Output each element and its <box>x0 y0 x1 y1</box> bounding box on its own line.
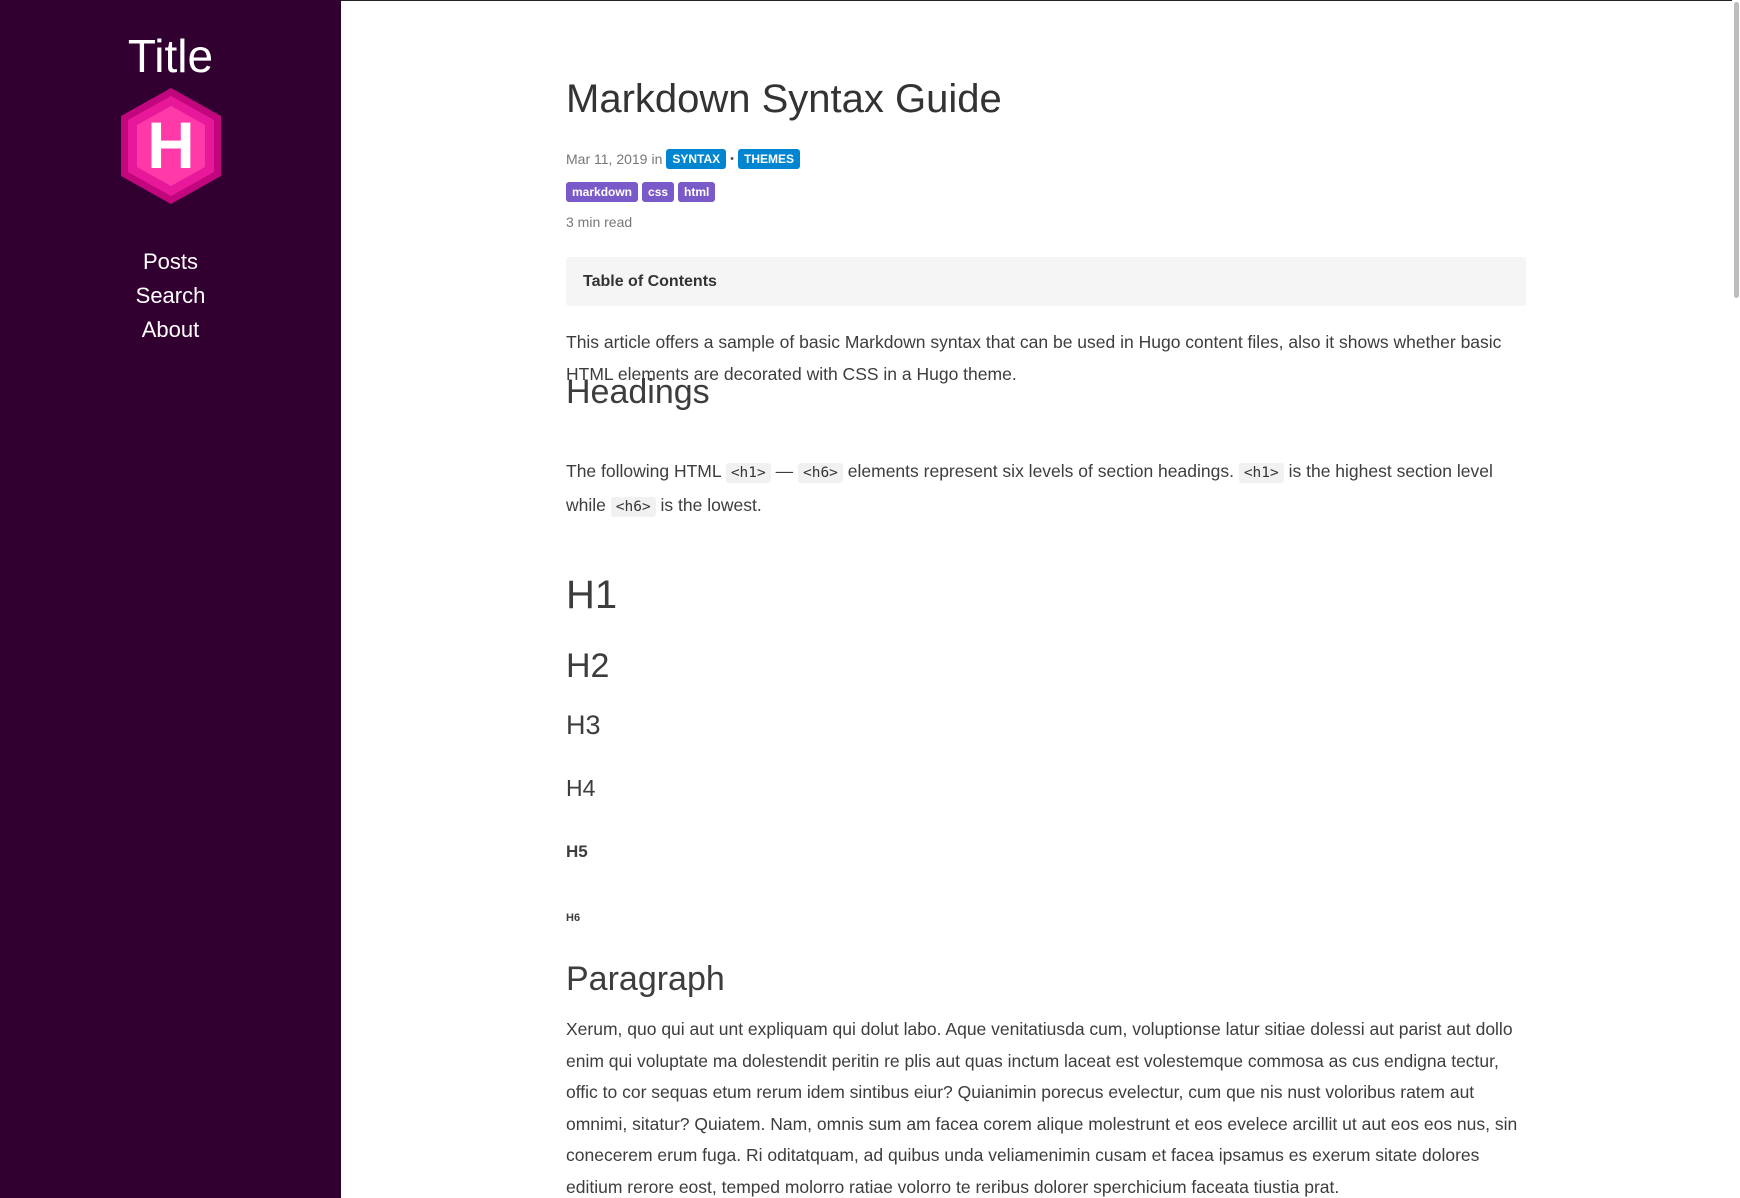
post-date: Mar 11, 2019 <box>566 151 648 167</box>
nav-link-about[interactable]: About <box>142 317 200 342</box>
reading-time: 3 min read <box>566 214 633 230</box>
tag-html-badge[interactable]: html <box>678 182 716 202</box>
post-title: Markdown Syntax Guide <box>566 77 1002 121</box>
logo-letter: H <box>147 108 195 182</box>
nav-item-about: About <box>0 314 341 348</box>
headings-dash: — <box>770 461 798 481</box>
demo-heading-h5: H5 <box>566 842 588 861</box>
tag-markdown-badge[interactable]: markdown <box>566 182 639 202</box>
top-border <box>341 0 1740 1</box>
post-meta: Mar 11, 2019 in SYNTAX • THEMES <box>566 149 801 169</box>
demo-heading-h6: H6 <box>566 912 581 924</box>
demo-heading-h4: H4 <box>566 775 596 801</box>
code-h6-second: <h6> <box>610 496 656 517</box>
code-h6: <h6> <box>797 463 843 483</box>
nav-item-search: Search <box>0 280 341 314</box>
headings-text-2: elements represent six levels of section… <box>842 461 1239 481</box>
intro-paragraph: This article offers a sample of basic Ma… <box>566 332 1502 384</box>
post-in-word: in <box>651 151 663 167</box>
site-title-link[interactable]: Title <box>0 28 341 84</box>
demo-heading-h3: H3 <box>566 710 601 740</box>
paragraph-section-title: Paragraph <box>566 960 725 998</box>
category-syntax-badge[interactable]: SYNTAX <box>666 149 727 169</box>
headings-section-title: Headings <box>566 373 710 411</box>
post-tags: markdown css html <box>566 182 716 202</box>
nav-link-search[interactable]: Search <box>136 283 206 308</box>
code-h1-second: <h1> <box>1238 463 1284 483</box>
headings-paragraph: The following HTML <h1> — <h6> elements … <box>566 456 1526 523</box>
scrollbar-thumb[interactable] <box>1734 2 1739 298</box>
nav-item-posts: Posts <box>0 246 341 280</box>
scrollbar[interactable] <box>1732 0 1740 1198</box>
hugo-logo-icon[interactable]: H <box>118 86 224 206</box>
category-themes-badge[interactable]: THEMES <box>738 149 801 169</box>
demo-heading-h1: H1 <box>566 573 618 617</box>
nav-link-posts[interactable]: Posts <box>143 249 198 274</box>
category-separator: • <box>730 153 735 165</box>
sidebar: Title H Posts Search About <box>0 0 341 1198</box>
table-of-contents-toggle[interactable]: Table of Contents <box>566 257 1526 306</box>
code-h1: <h1> <box>725 463 771 483</box>
headings-text-4: is the lowest. <box>655 494 762 515</box>
tag-css-badge[interactable]: css <box>642 182 675 202</box>
lorem-paragraph: Xerum, quo qui aut unt expliquam qui dol… <box>566 1019 1518 1197</box>
demo-heading-h2: H2 <box>566 647 610 685</box>
headings-text-1: The following HTML <box>566 461 726 481</box>
main-nav: Posts Search About <box>0 246 341 348</box>
